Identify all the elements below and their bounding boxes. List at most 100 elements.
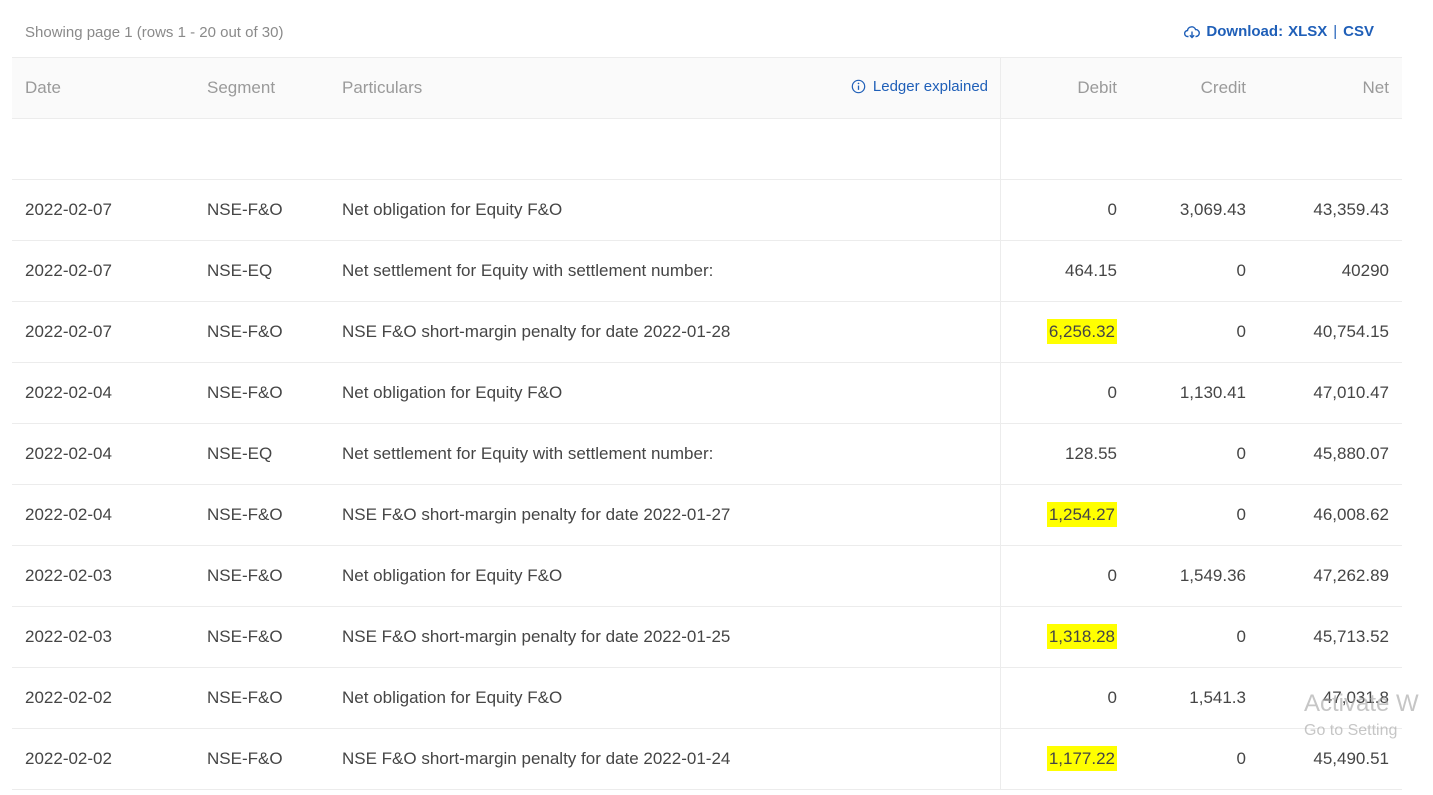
- cell-particulars: NSE F&O short-margin penalty for date 20…: [342, 301, 1001, 363]
- cell-particulars: Net settlement for Equity with settlemen…: [342, 240, 1001, 302]
- cell-date: 2022-02-04: [12, 362, 207, 424]
- table-row: 2022-02-04 NSE-F&O NSE F&O short-margin pe…: [12, 484, 1402, 546]
- ledger-page: Showing page 1 (rows 1 - 20 out of 30) D…: [0, 0, 1433, 795]
- cell-segment: NSE-F&O: [207, 728, 342, 790]
- highlighted-debit-value: 6,256.32: [1046, 319, 1117, 344]
- cell-segment: NSE-F&O: [207, 606, 342, 668]
- cell-credit: 1,541.3: [1117, 667, 1246, 729]
- cell-particulars: Net obligation for Equity F&O: [342, 667, 1001, 729]
- highlighted-debit-value: 1,177.22: [1046, 746, 1117, 771]
- download-separator: |: [1333, 23, 1338, 40]
- table-toolbar: Showing page 1 (rows 1 - 20 out of 30) D…: [0, 0, 1433, 58]
- cell-debit: 1,318.28: [1000, 606, 1117, 668]
- particulars-header-label: Particulars: [342, 78, 423, 97]
- cell-credit: 0: [1117, 423, 1246, 485]
- cell-debit: 0: [1000, 362, 1117, 424]
- cell-net: 43,359.43: [1246, 179, 1402, 241]
- table-row: 2022-02-03 NSE-F&O Net obligation for Equi…: [12, 545, 1402, 607]
- cell-particulars: NSE F&O short-margin penalty for date 20…: [342, 484, 1001, 546]
- cell-net: 46,008.62: [1246, 484, 1402, 546]
- cell-particulars: Net obligation for Equity F&O: [342, 179, 1001, 241]
- cell-particulars: NSE F&O short-margin penalty for date 20…: [342, 606, 1001, 668]
- ledger-table: Date Segment Particulars Ledger explaine…: [12, 57, 1402, 790]
- cell-particulars: Net settlement for Equity with settlemen…: [342, 423, 1001, 485]
- cell-particulars: NSE F&O short-margin penalty for date 20…: [342, 728, 1001, 790]
- cell-date: 2022-02-07: [12, 179, 207, 241]
- cell-date: 2022-02-04: [12, 423, 207, 485]
- cell-segment: NSE-F&O: [207, 179, 342, 241]
- info-icon: [851, 79, 866, 94]
- cell-date: 2022-02-04: [12, 484, 207, 546]
- cell-debit: 0: [1000, 545, 1117, 607]
- cell-segment: NSE-F&O: [207, 667, 342, 729]
- cell-credit: 0: [1117, 606, 1246, 668]
- cell-credit: 0: [1117, 301, 1246, 363]
- highlighted-debit-value: 1,318.28: [1046, 624, 1117, 649]
- table-row: [12, 118, 1402, 180]
- column-header-date[interactable]: Date: [12, 57, 207, 119]
- cell-net: 40290: [1246, 240, 1402, 302]
- cell-segment: NSE-EQ: [207, 240, 342, 302]
- cell-debit: [1000, 118, 1117, 180]
- table-row: 2022-02-03 NSE-F&O NSE F&O short-margin pe…: [12, 606, 1402, 668]
- download-csv-link[interactable]: CSV: [1343, 23, 1374, 40]
- cell-net: 40,754.15: [1246, 301, 1402, 363]
- column-header-net[interactable]: Net: [1246, 57, 1402, 119]
- cell-particulars: [342, 118, 1001, 180]
- cell-net: 45,713.52: [1246, 606, 1402, 668]
- cell-credit: 0: [1117, 484, 1246, 546]
- cell-segment: NSE-F&O: [207, 545, 342, 607]
- cloud-download-icon: [1184, 25, 1201, 38]
- table-header-row: Date Segment Particulars Ledger explaine…: [12, 57, 1402, 119]
- cell-segment: NSE-F&O: [207, 301, 342, 363]
- cell-credit: 1,130.41: [1117, 362, 1246, 424]
- ledger-explained-label: Ledger explained: [872, 78, 988, 95]
- cell-net: 45,880.07: [1246, 423, 1402, 485]
- cell-net: 47,010.47: [1246, 362, 1402, 424]
- ledger-explained-link[interactable]: Ledger explained: [851, 78, 988, 95]
- column-header-segment[interactable]: Segment: [207, 57, 342, 119]
- cell-date: 2022-02-03: [12, 545, 207, 607]
- ledger-table-body: 2022-02-07 NSE-F&O Net obligation for Equi…: [12, 118, 1402, 790]
- cell-credit: 1,549.36: [1117, 545, 1246, 607]
- cell-net: [1246, 118, 1402, 180]
- highlighted-debit-value: 1,254.27: [1046, 502, 1117, 527]
- cell-debit: 0: [1000, 667, 1117, 729]
- cell-debit: 128.55: [1000, 423, 1117, 485]
- cell-credit: 3,069.43: [1117, 179, 1246, 241]
- cell-debit: 1,177.22: [1000, 728, 1117, 790]
- cell-net: 47,262.89: [1246, 545, 1402, 607]
- cell-debit: 1,254.27: [1000, 484, 1117, 546]
- column-header-credit[interactable]: Credit: [1117, 57, 1246, 119]
- cell-debit: 0: [1000, 179, 1117, 241]
- cell-particulars: Net obligation for Equity F&O: [342, 545, 1001, 607]
- column-header-debit[interactable]: Debit: [1000, 57, 1117, 119]
- table-row: 2022-02-04 NSE-F&O Net obligation for Equi…: [12, 362, 1402, 424]
- download-label: Download:: [1206, 23, 1284, 40]
- cell-net: 47,031.8: [1246, 667, 1402, 729]
- cell-date: [12, 118, 207, 180]
- cell-date: 2022-02-07: [12, 240, 207, 302]
- download-xlsx-link[interactable]: XLSX: [1288, 23, 1327, 40]
- cell-date: 2022-02-07: [12, 301, 207, 363]
- cell-segment: [207, 118, 342, 180]
- cell-credit: 0: [1117, 240, 1246, 302]
- cell-particulars: Net obligation for Equity F&O: [342, 362, 1001, 424]
- pagination-info: Showing page 1 (rows 1 - 20 out of 30): [25, 24, 284, 41]
- table-row: 2022-02-07 NSE-EQ Net settlement for Equit…: [12, 240, 1402, 302]
- column-header-particulars: Particulars Ledger explained: [342, 57, 1001, 119]
- cell-credit: 0: [1117, 728, 1246, 790]
- table-row: 2022-02-07 NSE-F&O Net obligation for Equi…: [12, 179, 1402, 241]
- cell-debit: 6,256.32: [1000, 301, 1117, 363]
- cell-date: 2022-02-03: [12, 606, 207, 668]
- cell-credit: [1117, 118, 1246, 180]
- cell-segment: NSE-EQ: [207, 423, 342, 485]
- table-row: 2022-02-02 NSE-F&O NSE F&O short-margin pe…: [12, 728, 1402, 790]
- download-links: Download: XLSX | CSV: [1184, 23, 1374, 40]
- cell-debit: 464.15: [1000, 240, 1117, 302]
- cell-segment: NSE-F&O: [207, 362, 342, 424]
- table-row: 2022-02-04 NSE-EQ Net settlement for Equit…: [12, 423, 1402, 485]
- cell-date: 2022-02-02: [12, 667, 207, 729]
- table-row: 2022-02-07 NSE-F&O NSE F&O short-margin pe…: [12, 301, 1402, 363]
- cell-segment: NSE-F&O: [207, 484, 342, 546]
